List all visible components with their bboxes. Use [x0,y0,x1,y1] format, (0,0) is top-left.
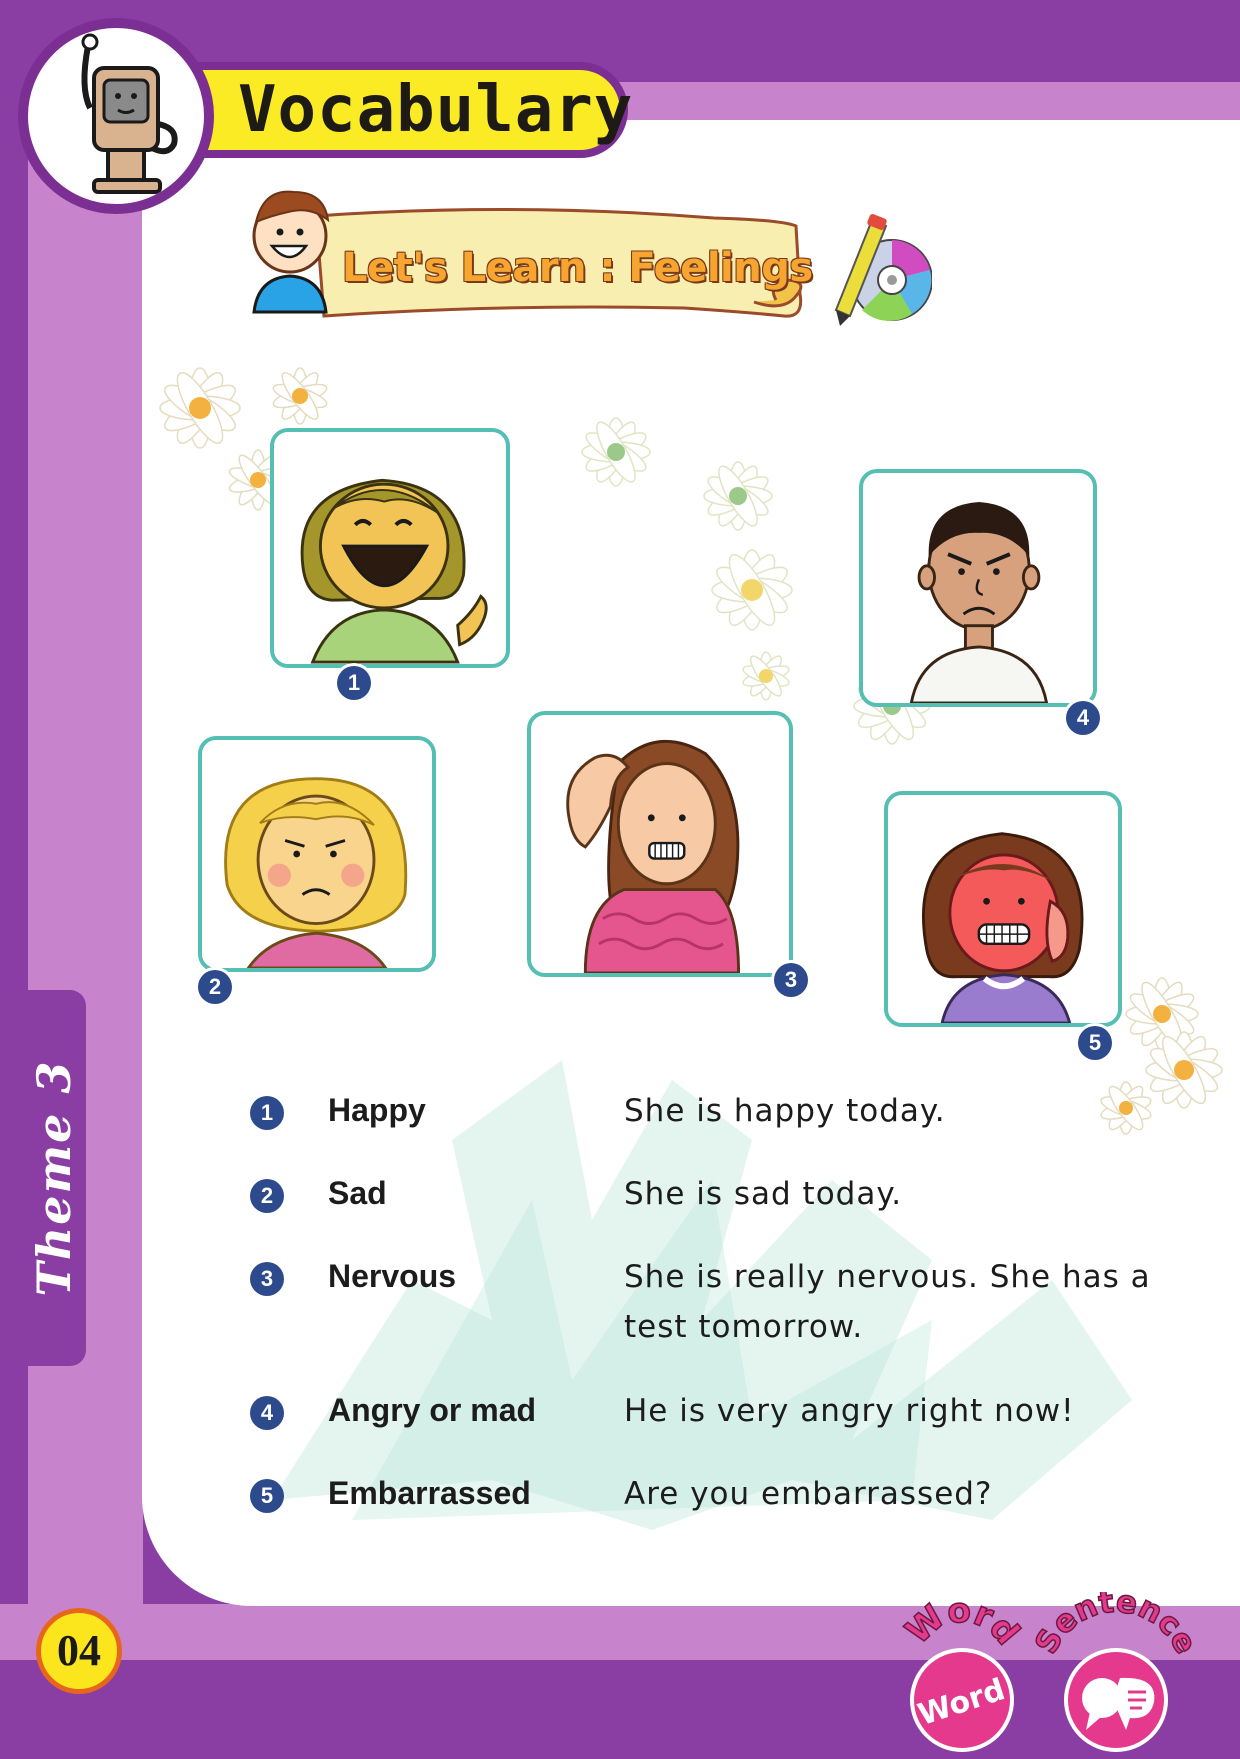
vocab-sentence: She is sad today. [624,1176,903,1212]
banner-title: Let's Learn : Feelings [342,245,813,291]
vocab-number-badge: 3 [250,1262,284,1296]
vocab-word: Nervous [328,1258,457,1294]
picture-card-angry [859,469,1097,707]
picture-card-sad [198,736,436,972]
picture-number-badge: 1 [337,666,371,700]
nervous-girl-icon [566,739,741,973]
page-number: 04 [36,1608,122,1694]
vocab-number-badge: 5 [250,1479,284,1513]
left-band [28,88,143,1608]
mascot-badge [18,18,214,214]
svg-text:Word: Word [898,1600,1026,1653]
vocab-sentence: He is very angry right now! [624,1393,1075,1429]
picture-number-badge: 2 [198,970,232,1004]
page-title: Vocabulary [238,73,634,147]
header-strip [560,82,1240,122]
picture-card-embarrassed [884,791,1122,1027]
angry-boy-icon [909,501,1049,703]
daisy-column-icon [581,417,793,701]
vocab-number-badge: 1 [250,1096,284,1130]
vocab-number-badge: 4 [250,1396,284,1430]
sentence-logo[interactable]: Sentence [1028,1583,1210,1754]
vocab-sentence: Are you embarrassed? [624,1476,993,1512]
vocab-word: Sad [328,1175,387,1211]
sad-girl-icon [224,777,408,968]
word-logo-icon: Word Word [898,1590,1028,1752]
embarrassed-girl-icon [922,832,1084,1023]
vocab-word: Embarrassed [328,1475,531,1511]
computer-mascot-icon [81,33,178,194]
picture-number-badge: 4 [1066,701,1100,735]
word-logo[interactable]: Word Word [896,1590,1028,1754]
vocab-sentence: She is really nervous. She has a test to… [624,1259,1151,1345]
vocab-sentence: She is happy today. [624,1093,946,1129]
picture-card-nervous [527,711,793,977]
vocab-number-badge: 2 [250,1179,284,1213]
picture-number-badge: 5 [1078,1026,1112,1060]
picture-card-happy [270,428,510,668]
cd-pencil-icon[interactable] [822,210,932,330]
vocab-word: Angry or mad [328,1392,537,1428]
theme-label: Theme 3 [27,1059,81,1297]
sentence-logo-icon: Sentence [1028,1583,1204,1752]
happy-girl-icon [300,478,488,664]
picture-number-badge: 3 [774,963,808,997]
vocab-word: Happy [328,1092,426,1128]
